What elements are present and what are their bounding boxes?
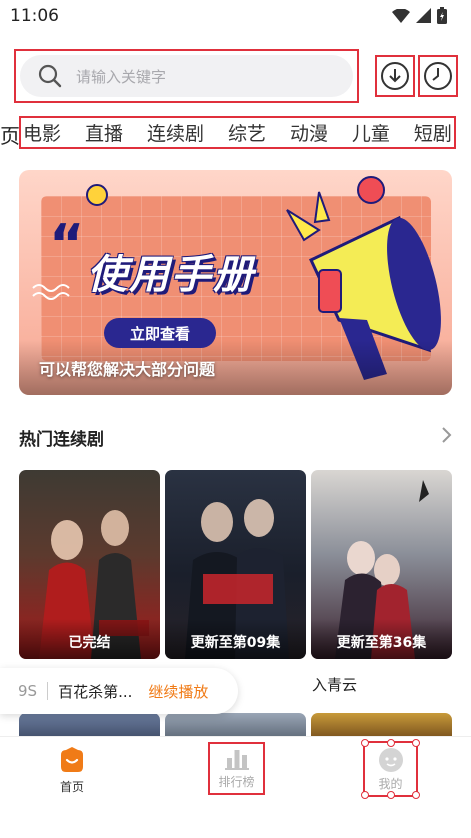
category-tab-partial[interactable]: 页 — [0, 120, 20, 149]
bottom-tab-bar: 首页 排行榜 我的 — [0, 736, 471, 838]
search-bar[interactable]: 请输入关键字 — [14, 49, 359, 103]
tab-series[interactable]: 连续剧 — [147, 119, 204, 146]
status-bar: 11:06 — [0, 0, 471, 34]
bar-chart-icon — [224, 749, 249, 770]
tab-me-label: 我的 — [378, 776, 403, 791]
status-time: 11:06 — [10, 6, 59, 26]
profile-icon — [378, 747, 403, 772]
tab-home-label: 首页 — [59, 780, 84, 794]
wifi-icon — [392, 8, 410, 23]
selection-handle — [412, 739, 420, 747]
tab-variety[interactable]: 综艺 — [228, 119, 266, 146]
category-tabs: 电影 直播 连续剧 综艺 动漫 儿童 短剧 — [19, 116, 456, 149]
download-button[interactable] — [375, 55, 415, 97]
tab-ranking-label: 排行榜 — [218, 774, 255, 789]
poster-title-3[interactable]: 入青云 — [312, 674, 357, 695]
banner-subtitle: 可以帮您解决大部分问题 — [39, 360, 216, 379]
search-input[interactable]: 请输入关键字 — [20, 55, 353, 97]
poster-card-3[interactable]: 更新至第36集 — [311, 470, 452, 659]
clock-icon — [424, 62, 452, 90]
selection-handle — [361, 739, 369, 747]
banner-view-button[interactable]: 立即查看 — [104, 318, 216, 348]
banner-quote: “ — [49, 213, 85, 276]
tab-me[interactable]: 我的 — [361, 739, 420, 799]
download-icon — [381, 62, 409, 90]
tab-anime[interactable]: 动漫 — [290, 119, 328, 146]
resume-divider — [47, 682, 49, 700]
poster-caption: 更新至第09集 — [165, 619, 306, 659]
selection-handle — [387, 739, 395, 747]
banner[interactable]: “ 使用手册 立即查看 可以帮您解决大部分问题 — [19, 170, 452, 395]
cellular-icon — [416, 8, 431, 23]
selection-handle — [387, 791, 395, 799]
tab-kids[interactable]: 儿童 — [352, 119, 390, 146]
search-icon — [38, 64, 62, 88]
section-title: 热门连续剧 — [19, 430, 104, 450]
poster-card-2[interactable]: 更新至第09集 — [165, 470, 306, 659]
battery-icon — [437, 7, 447, 24]
continue-watching-bar[interactable]: 9S 百花杀第... 继续播放 — [0, 668, 238, 714]
tab-live[interactable]: 直播 — [85, 119, 123, 146]
tab-short-drama[interactable]: 短剧 — [414, 119, 452, 146]
resume-title: 百花杀第... — [58, 682, 133, 701]
poster-caption: 更新至第36集 — [311, 619, 452, 659]
chevron-right-icon[interactable] — [440, 426, 452, 444]
continue-play-button[interactable]: 继续播放 — [148, 681, 208, 702]
resume-episode: 9S — [18, 682, 38, 700]
search-placeholder: 请输入关键字 — [76, 67, 167, 86]
status-icons — [392, 7, 447, 24]
history-button[interactable] — [418, 55, 458, 97]
home-icon — [61, 747, 83, 772]
tab-home[interactable]: 首页 — [58, 747, 86, 795]
tab-movie[interactable]: 电影 — [23, 119, 61, 146]
poster-caption: 已完结 — [19, 619, 160, 659]
poster-card-1[interactable]: 已完结 — [19, 470, 160, 659]
tab-ranking[interactable]: 排行榜 — [208, 742, 265, 795]
selection-handle — [361, 791, 369, 799]
banner-title: 使用手册 — [87, 252, 255, 298]
selection-handle — [412, 791, 420, 799]
